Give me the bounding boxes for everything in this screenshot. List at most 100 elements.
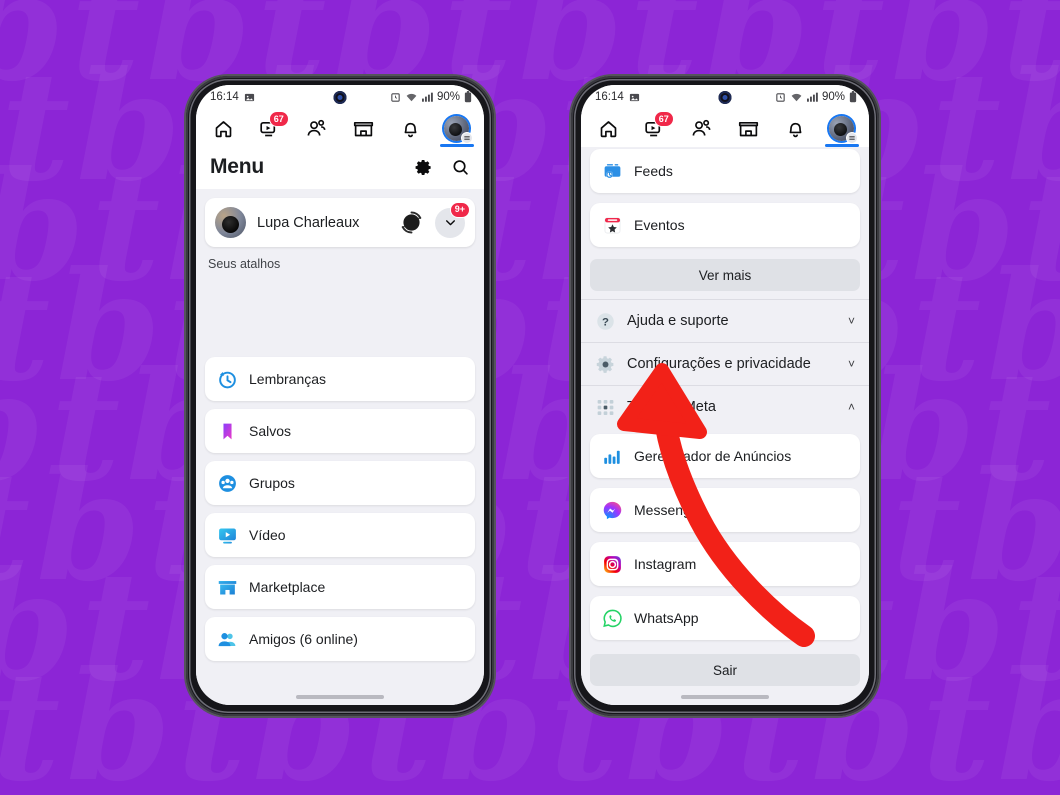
battery-percent-label: 90% [821,91,845,103]
battery-icon [849,91,857,103]
menu-item-label: Lembranças [249,371,327,387]
nav-profile-avatar[interactable] [442,113,474,144]
ads-manager-chart-icon [604,450,620,464]
menu-hamburger-icon [461,131,474,144]
menu-item-video[interactable]: Vídeo [205,513,475,557]
phone-screen-right: 16:14 90% 67 Feeds Eventos Ver mais ? Aj… [581,85,869,705]
wifi-icon [406,93,417,101]
messenger-icon [603,501,622,519]
top-navigation-bar[interactable]: 67 [196,109,484,147]
menu-item-eventos[interactable]: Eventos [590,203,860,247]
profile-chevron-down-icon[interactable]: 9+ [435,201,470,238]
profile-card[interactable]: Lupa Charleaux 9+ [205,198,475,247]
menu-item-salvos[interactable]: Salvos [205,409,475,453]
signal-icon [421,92,433,102]
screenshot-icon [629,93,639,101]
menu-header: Menu [196,147,484,189]
gear-icon[interactable] [414,158,433,177]
menu-item-label: Feeds [634,163,673,179]
status-bar-time: 16:14 [595,91,624,103]
video-icon [219,528,236,543]
battery-icon [464,91,472,103]
help-question-icon: ? [597,312,614,330]
expandable-row-label: Configurações e privacidade [627,356,811,372]
avatar[interactable] [829,115,859,144]
menu-item-label: Salvos [249,423,292,439]
account-switch-icon[interactable] [398,210,424,236]
meta-app-messenger[interactable]: Messenger [590,488,860,532]
expandable-row-configuracoes-e-privacidade[interactable]: Configurações e privacidade ˅ [581,342,869,385]
status-bar: 16:14 90% [196,85,484,109]
chevron-up-icon[interactable]: ˄ [848,400,855,414]
logout-button[interactable]: Sair [590,654,860,686]
profile-avatar [215,207,246,238]
avatar[interactable] [444,115,474,144]
phone-mockup-left: 16:14 90% 67 Menu Lupa Charleaux 9+ Seus… [186,76,494,716]
nav-marketplace-icon[interactable] [733,113,763,143]
nav-marketplace-icon[interactable] [348,113,378,143]
groups-icon [219,474,236,492]
background-pattern: btbtbtbtbtbtb btbtbtbtbtbtb btbtbtbtbtbt… [0,0,1060,795]
nav-friends-icon[interactable] [302,113,332,143]
chevron-down-icon[interactable]: ˅ [848,314,855,328]
chevron-down-icon[interactable]: ˅ [848,357,855,371]
instagram-icon [604,555,621,573]
menu-content-right: Feeds Eventos Ver mais ? Ajuda e suporte… [581,147,869,705]
search-icon[interactable] [451,158,470,177]
top-navigation-bar[interactable]: 67 [581,109,869,147]
see-more-button[interactable]: Ver mais [590,259,860,291]
nav-home-icon[interactable] [208,113,238,143]
whatsapp-icon [603,609,622,627]
menu-item-label: Amigos (6 online) [249,631,358,647]
nav-home-icon[interactable] [593,113,623,143]
expandable-row-ajuda-e-suporte[interactable]: ? Ajuda e suporte ˅ [581,299,869,342]
svg-text:?: ? [602,316,609,328]
menu-item-feeds[interactable]: Feeds [590,149,860,193]
meta-app-gerenciador-de-anuncios[interactable]: Gerenciador de Anúncios [590,434,860,478]
nav-profile-avatar[interactable] [827,113,859,144]
menu-item-lembrancas[interactable]: Lembranças [205,357,475,401]
menu-item-grupos[interactable]: Grupos [205,461,475,505]
settings-gear-icon [596,355,614,373]
nav-notifications-bell-icon[interactable] [780,113,810,143]
shortcuts-label: Seus atalhos [208,257,281,271]
expandable-row-label: Ajuda e suporte [627,313,729,329]
signal-icon [806,92,818,102]
battery-percent-label: 90% [436,91,460,103]
meta-grid-icon [597,399,614,415]
phone-screen-left: 16:14 90% 67 Menu Lupa Charleaux 9+ Seus… [196,85,484,705]
camera-punch-hole [718,91,732,104]
reels-badge: 67 [268,111,289,127]
nav-reels-icon[interactable]: 67 [255,111,289,143]
menu-hamburger-icon [846,131,859,144]
camera-punch-hole [333,91,347,104]
menu-item-amigos[interactable]: Amigos (6 online) [205,617,475,661]
status-bar: 16:14 90% [581,85,869,109]
meta-app-instagram[interactable]: Instagram [590,542,860,586]
saved-bookmark-icon [223,423,232,439]
reels-badge: 67 [653,111,674,127]
profile-chevron-badge: 9+ [449,201,470,218]
meta-app-label: Messenger [634,502,704,518]
menu-item-marketplace[interactable]: Marketplace [205,565,475,609]
alarm-icon [776,92,785,102]
screenshot-icon [244,93,254,101]
menu-content-left: Menu Lupa Charleaux 9+ Seus atalhos Lemb… [196,147,484,705]
nav-friends-icon[interactable] [687,113,717,143]
page-title: Menu [210,155,265,178]
wifi-icon [791,93,802,101]
meta-app-label: WhatsApp [634,610,699,626]
nav-notifications-bell-icon[interactable] [395,113,425,143]
nav-reels-icon[interactable]: 67 [640,111,674,143]
meta-app-label: Gerenciador de Anúncios [634,448,792,464]
alarm-icon [391,92,400,102]
menu-item-label: Eventos [634,217,685,233]
feeds-icon [604,163,621,178]
expandable-row-label: Tudo da Meta [627,399,716,415]
meta-app-whatsapp[interactable]: WhatsApp [590,596,860,640]
expandable-row-tudo-da-meta[interactable]: Tudo da Meta ˄ [581,385,869,428]
home-indicator [296,695,384,699]
watermark-text: btbtbtbtbtbtb [0,639,1060,795]
meta-app-label: Instagram [634,556,697,572]
profile-name: Lupa Charleaux [257,214,360,231]
